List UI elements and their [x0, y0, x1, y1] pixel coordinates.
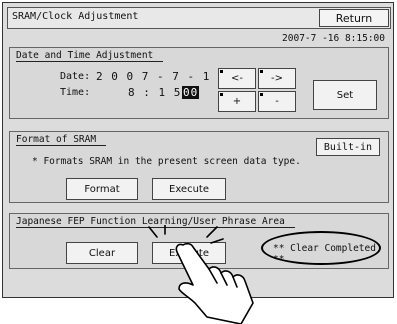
window-title: SRAM/Clock Adjustment: [12, 11, 139, 22]
pointing-hand-icon: [148, 225, 254, 324]
sram-format-group: Format of SRAM Built-in * Formats SRAM i…: [9, 131, 389, 203]
cursor-left-button[interactable]: <-: [218, 68, 256, 89]
date-time-title: Date and Time Adjustment: [16, 50, 164, 62]
date-time-group: Date and Time Adjustment Date: 2 0 0 7 -…: [9, 47, 389, 119]
sram-execute-button[interactable]: Execute: [152, 178, 226, 200]
date-value: 2 0 0 7 - 7 - 1 6: [96, 70, 226, 83]
clear-button[interactable]: Clear: [66, 242, 138, 264]
format-button[interactable]: Format: [66, 178, 138, 200]
set-button[interactable]: Set: [313, 80, 377, 110]
time-label: Time:: [60, 87, 91, 98]
increment-button[interactable]: +: [218, 91, 256, 112]
date-label: Date:: [60, 71, 91, 82]
clear-status-text: ** Clear Completed **: [273, 243, 376, 265]
cursor-right-button[interactable]: ->: [258, 68, 296, 89]
title-bar: SRAM/Clock Adjustment Return: [7, 7, 391, 29]
sram-format-note: * Formats SRAM in the present screen dat…: [32, 156, 301, 167]
current-datetime: 2007-7 -16 8:15:00: [282, 33, 385, 44]
decrement-button[interactable]: -: [258, 91, 296, 112]
return-button[interactable]: Return: [319, 9, 389, 27]
sram-format-title: Format of SRAM: [16, 134, 107, 146]
builtin-button[interactable]: Built-in: [316, 138, 380, 156]
seconds-value[interactable]: 00: [182, 86, 200, 99]
